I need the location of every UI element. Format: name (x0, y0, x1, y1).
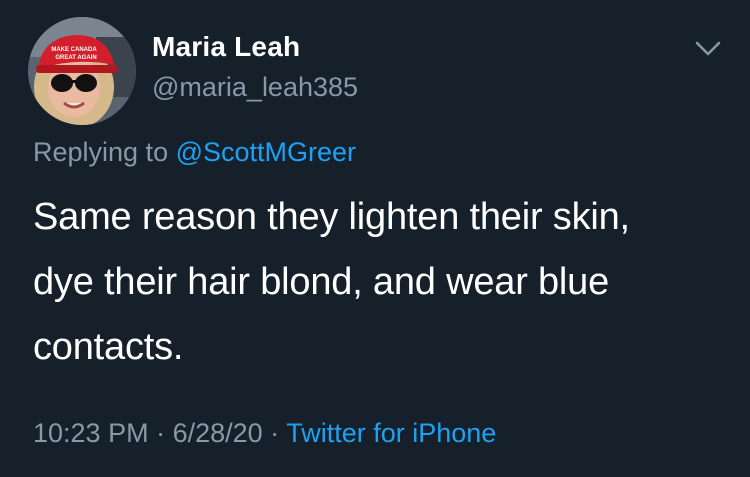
tweet-text: Same reason they lighten their skin, dye… (33, 185, 723, 380)
tweet-source-link[interactable]: Twitter for iPhone (286, 418, 496, 448)
tweet-date[interactable]: 6/28/20 (173, 418, 263, 448)
author-handle[interactable]: @maria_leah385 (152, 72, 358, 103)
tweet-text-line: dye their hair blond, and wear blue (33, 261, 610, 303)
meta-separator: · (262, 418, 287, 448)
tweet-time[interactable]: 10:23 PM (33, 418, 149, 448)
tweet-meta: 10:23 PM · 6/28/20 · Twitter for iPhone (33, 418, 496, 449)
avatar-image: MAKE CANADA GREAT AGAIN (28, 17, 136, 125)
meta-separator: · (148, 418, 173, 448)
tweet-text-line: Same reason they lighten their skin, (33, 196, 630, 238)
reply-mention-link[interactable]: @ScottMGreer (176, 137, 356, 167)
chevron-down-icon[interactable] (690, 34, 726, 62)
replying-to-label: Replying to (33, 137, 169, 167)
avatar[interactable]: MAKE CANADA GREAT AGAIN (28, 17, 136, 125)
hat-text-line2: GREAT AGAIN (55, 55, 96, 61)
tweet-card: MAKE CANADA GREAT AGAIN Maria Leah @mari… (0, 0, 750, 477)
tweet-text-line: contacts. (33, 326, 184, 368)
replying-to-line: Replying to @ScottMGreer (33, 137, 356, 168)
hat-text-line1: MAKE CANADA (51, 47, 97, 53)
author-name[interactable]: Maria Leah (152, 31, 300, 63)
